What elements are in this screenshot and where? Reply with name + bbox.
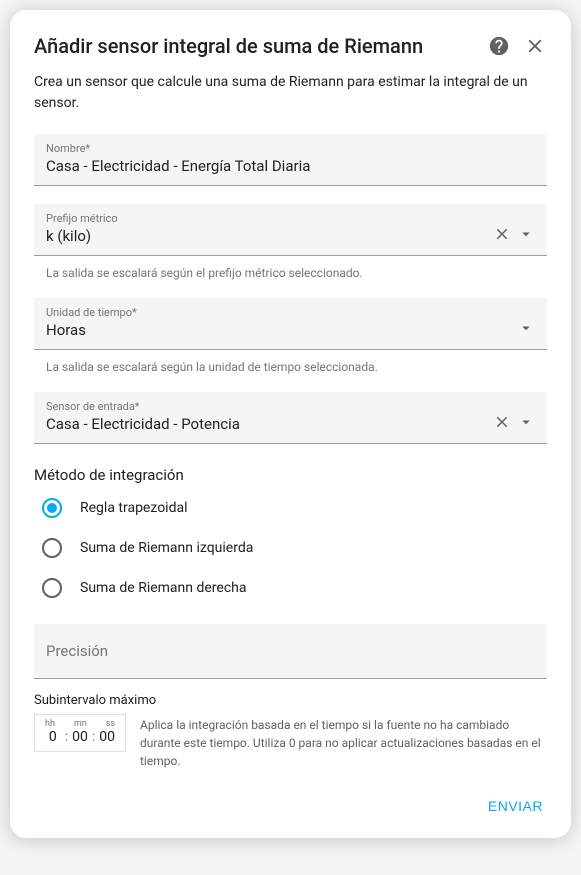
radio-circle-icon	[42, 498, 62, 518]
time-unit-helper: La salida se escalará según la unidad de…	[34, 350, 547, 374]
precision-field[interactable]: Precisión	[34, 624, 547, 679]
time-ss-label: ss	[106, 719, 115, 729]
radio-circle-icon	[42, 538, 62, 558]
time-unit-field[interactable]: Unidad de tiempo* Horas	[34, 298, 547, 350]
dropdown-icon[interactable]	[517, 225, 535, 243]
time-mn-label: mn	[74, 719, 87, 729]
time-mn-value: 00	[70, 729, 90, 745]
dialog-title: Añadir sensor integral de suma de Rieman…	[34, 34, 475, 58]
riemann-sensor-dialog: Añadir sensor integral de suma de Rieman…	[10, 10, 571, 838]
metric-prefix-label: Prefijo métrico	[46, 212, 493, 225]
clear-icon[interactable]	[493, 413, 511, 431]
integration-method-title: Método de integración	[34, 466, 547, 484]
dropdown-icon[interactable]	[517, 319, 535, 337]
close-icon[interactable]	[523, 34, 547, 58]
dialog-description: Crea un sensor que calcule una suma de R…	[34, 72, 547, 114]
radio-label: Regla trapezoidal	[80, 500, 188, 516]
radio-label: Suma de Riemann derecha	[80, 580, 246, 596]
name-value: Casa - Electricidad - Energía Total Diar…	[46, 157, 535, 177]
name-label: Nombre*	[46, 142, 535, 155]
time-hh-value: 0	[43, 729, 63, 745]
input-sensor-label: Sensor de entrada*	[46, 400, 493, 413]
radio-label: Suma de Riemann izquierda	[80, 540, 253, 556]
dialog-header: Añadir sensor integral de suma de Rieman…	[34, 34, 547, 58]
radio-circle-icon	[42, 578, 62, 598]
help-icon[interactable]	[487, 34, 511, 58]
time-unit-label: Unidad de tiempo*	[46, 306, 517, 319]
time-hh-label: hh	[45, 719, 55, 729]
radio-option[interactable]: Suma de Riemann izquierda	[42, 538, 547, 558]
name-field[interactable]: Nombre* Casa - Electricidad - Energía To…	[34, 134, 547, 186]
dialog-footer: ENVIAR	[34, 790, 547, 822]
subinterval-time-input[interactable]: hh mn ss 0 : 00 : 00	[34, 714, 126, 752]
integration-method-group: Regla trapezoidal Suma de Riemann izquier…	[34, 498, 547, 598]
clear-icon[interactable]	[493, 225, 511, 243]
input-sensor-field[interactable]: Sensor de entrada* Casa - Electricidad -…	[34, 392, 547, 444]
metric-prefix-helper: La salida se escalará según el prefijo m…	[34, 256, 547, 280]
radio-option[interactable]: Regla trapezoidal	[42, 498, 547, 518]
radio-option[interactable]: Suma de Riemann derecha	[42, 578, 547, 598]
time-ss-value: 00	[97, 729, 117, 745]
dropdown-icon[interactable]	[517, 413, 535, 431]
subinterval-help: Aplica la integración basada en el tiemp…	[140, 714, 547, 770]
metric-prefix-field[interactable]: Prefijo métrico k (kilo)	[34, 204, 547, 256]
subinterval-row: hh mn ss 0 : 00 : 00 Aplica la integraci…	[34, 714, 547, 770]
submit-button[interactable]: ENVIAR	[484, 790, 547, 822]
metric-prefix-value: k (kilo)	[46, 227, 493, 247]
time-unit-value: Horas	[46, 321, 517, 341]
subinterval-label: Subintervalo máximo	[34, 693, 547, 708]
input-sensor-value: Casa - Electricidad - Potencia	[46, 415, 493, 435]
